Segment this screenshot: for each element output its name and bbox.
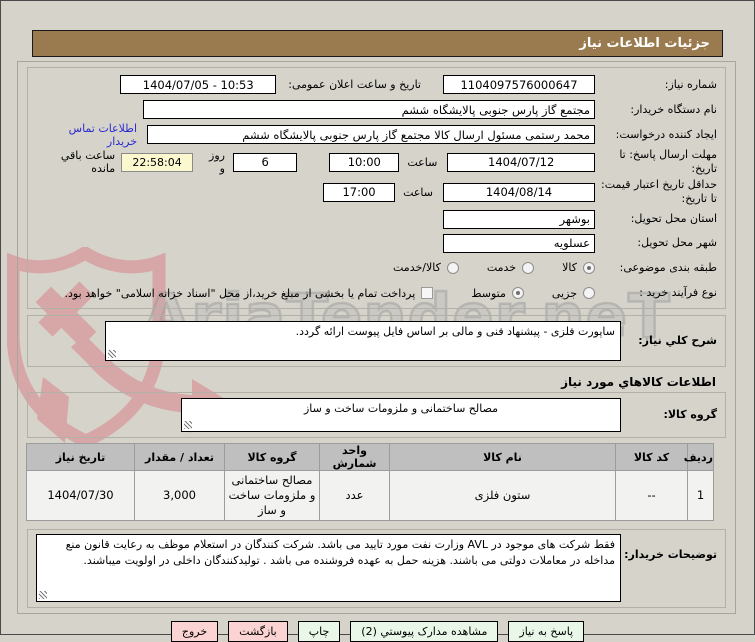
radio-goods-service-icon[interactable]: [446, 261, 459, 274]
days-remaining-field[interactable]: 6: [232, 152, 298, 172]
radio-service[interactable]: خدمت: [486, 261, 535, 274]
cell-code: --: [615, 470, 688, 521]
col-unit: واحد شمارش: [319, 443, 390, 471]
col-date: تاریخ نیاز: [26, 443, 135, 471]
col-qty: تعداد / مقدار: [134, 443, 225, 471]
action-buttons-row: پاسخ به نیاز مشاهده مدارک پیوستي (2) چاپ…: [1, 621, 754, 642]
radio-goods[interactable]: کالا: [562, 261, 595, 274]
need-number-label: شماره نیاز:: [664, 77, 717, 91]
buyer-org-field[interactable]: مجتمع گاز پارس جنوبی پالایشگاه ششم: [143, 100, 595, 119]
response-deadline-label: مهلت ارسال پاسخ: تا تاریخ:: [619, 148, 717, 175]
need-number-field[interactable]: 1104097576000647: [443, 75, 595, 94]
respond-button[interactable]: پاسخ به نیاز: [508, 621, 585, 642]
creator-label: ایجاد کننده درخواست:: [615, 127, 717, 141]
validity-time-label: ساعت: [403, 185, 433, 199]
need-number-row: شماره نیاز: 1104097576000647 تاریخ و ساع…: [36, 72, 717, 97]
radio-goods-icon[interactable]: [583, 261, 595, 274]
col-code: کد کالا: [615, 443, 688, 471]
buyer-org-row: نام دستگاه خریدار: مجتمع گاز پارس جنوبی …: [36, 97, 717, 122]
province-field[interactable]: بوشهر: [443, 209, 595, 229]
countdown-timer: 22:58:04: [121, 152, 193, 172]
exit-button[interactable]: خروج: [170, 621, 219, 642]
buyer-notes-label: توضیحات خریدار:: [624, 548, 717, 561]
validity-time-field[interactable]: 17:00: [323, 182, 396, 202]
treasury-checkbox-option[interactable]: پرداخت تمام یا بخشی از مبلغ خرید،از محل …: [65, 287, 434, 300]
buyer-notes-groupbox: توضیحات خریدار: فقط شرکت های موجود در AV…: [27, 529, 726, 608]
radio-medium[interactable]: متوسط: [471, 287, 524, 300]
creator-row: ایجاد کننده درخواست: محمد رستمی مسئول ار…: [36, 122, 717, 148]
subject-class-label: طبقه بندی موضوعی:: [619, 260, 717, 274]
city-row: شهر محل تحویل: عسلویه: [36, 231, 717, 255]
province-label: استان محل تحویل:: [630, 212, 717, 226]
response-deadline-row: مهلت ارسال پاسخ: تا تاریخ: 1404/07/12 سا…: [36, 147, 717, 177]
cell-date: 1404/07/30: [26, 470, 135, 521]
creator-field[interactable]: محمد رستمی مسئول ارسال کالا مجتمع گاز پا…: [147, 125, 595, 144]
need-info-groupbox: شماره نیاز: 1104097576000647 تاریخ و ساع…: [27, 67, 726, 309]
radio-goods-service-label: کالا/خدمت: [393, 261, 441, 274]
back-button[interactable]: بازگشت: [228, 621, 288, 642]
items-table-header-row: ردیف کد کالا نام کالا واحد شمارش گروه کا…: [26, 443, 714, 471]
price-validity-row: حداقل تاریخ اعتبار قیمت: تا تاریخ: 1404/…: [36, 177, 717, 207]
subject-class-row: طبقه بندی موضوعی: کالا خدمت کالا/خدمت: [36, 255, 717, 280]
countdown-label: ساعت باقي مانده: [60, 149, 116, 175]
need-desc-groupbox: شرح کلي نیاز: ساپورت فلزی - پیشنهاد فنی …: [27, 315, 726, 367]
col-group: گروه کالا: [224, 443, 320, 471]
price-validity-label: حداقل تاریخ اعتبار قیمت: تا تاریخ:: [601, 178, 717, 205]
page-title: جزئیات اطلاعات نیاز: [579, 36, 710, 51]
city-field[interactable]: عسلویه: [443, 233, 595, 253]
view-attachments-button[interactable]: مشاهده مدارک پیوستي (2): [350, 621, 499, 642]
treasury-note: پرداخت تمام یا بخشی از مبلغ خرید،از محل …: [64, 286, 416, 300]
radio-partial-icon[interactable]: [583, 287, 595, 299]
cell-unit: عدد: [319, 470, 390, 521]
goods-group-groupbox: گروه کالا: مصالح ساختمانی و ملزومات ساخت…: [27, 392, 726, 438]
items-table: ردیف کد کالا نام کالا واحد شمارش گروه کا…: [26, 443, 714, 521]
buyer-notes-field[interactable]: فقط شرکت های موجود در AVL وزارت نفت مورد…: [36, 534, 621, 602]
table-row: 1 -- ستون فلزی عدد مصالح ساختمانی و ملزو…: [26, 470, 714, 521]
validity-date-field[interactable]: 1404/08/14: [443, 182, 595, 202]
radio-goods-service[interactable]: کالا/خدمت: [393, 261, 459, 274]
radio-service-label: خدمت: [486, 261, 517, 274]
radio-medium-label: متوسط: [471, 286, 506, 300]
col-name: نام کالا: [389, 443, 616, 471]
buyer-contact-link[interactable]: اطلاعات تماس خریدار: [36, 122, 137, 148]
cell-qty: 3,000: [134, 470, 225, 521]
col-row: ردیف: [684, 443, 714, 471]
goods-section-title: اطلاعات کالاهاي مورد نياز: [561, 375, 716, 389]
deadline-time-field[interactable]: 10:00: [329, 152, 400, 172]
process-type-label: نوع فرآیند خرید :: [639, 286, 717, 300]
process-type-row: نوع فرآیند خرید : جزیی متوسط پرداخت تمام…: [36, 280, 717, 306]
deadline-date-field[interactable]: 1404/07/12: [447, 152, 595, 172]
page-title-bar: جزئیات اطلاعات نیاز: [32, 30, 723, 57]
cell-row: 1: [687, 470, 714, 521]
deadline-time-label: ساعت: [407, 155, 438, 169]
radio-partial[interactable]: جزیی: [552, 287, 595, 300]
radio-goods-label: کالا: [562, 261, 577, 274]
announce-label: تاریخ و ساعت اعلان عمومی:: [288, 78, 421, 91]
content-panel: شماره نیاز: 1104097576000647 تاریخ و ساع…: [17, 61, 736, 614]
announce-datetime-field[interactable]: 1404/07/05 - 10:53: [120, 75, 277, 94]
city-label: شهر محل تحویل:: [637, 236, 717, 250]
buyer-org-label: نام دستگاه خریدار:: [630, 102, 717, 116]
province-row: استان محل تحویل: بوشهر: [36, 207, 717, 231]
radio-partial-label: جزیی: [551, 286, 577, 300]
radio-medium-icon[interactable]: [511, 287, 524, 299]
radio-service-icon[interactable]: [522, 261, 535, 274]
cell-group: مصالح ساختمانی و ملزومات ساخت و ساز: [224, 470, 320, 521]
cell-name: ستون فلزی: [389, 470, 616, 521]
treasury-checkbox[interactable]: [421, 287, 434, 299]
goods-group-label: گروه کالا:: [663, 408, 717, 422]
goods-group-field[interactable]: مصالح ساختمانی و ملزومات ساخت و ساز: [181, 398, 621, 432]
print-button[interactable]: چاپ: [297, 621, 341, 642]
need-desc-label: شرح کلي نیاز:: [638, 334, 717, 348]
need-desc-field[interactable]: ساپورت فلزی - پیشنهاد فنی و مالی بر اساس…: [105, 321, 621, 361]
days-label: روز و: [209, 149, 225, 175]
